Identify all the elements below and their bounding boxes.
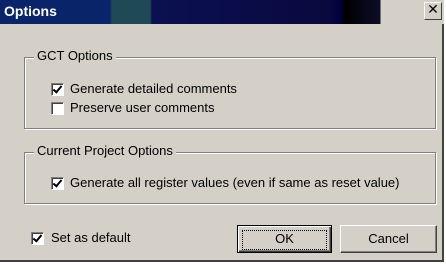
set-as-default-label[interactable]: Set as default (51, 230, 131, 245)
current-project-options-legend: Current Project Options (34, 143, 176, 158)
preserve-user-comments-label[interactable]: Preserve user comments (70, 100, 215, 115)
generate-detailed-comments-label[interactable]: Generate detailed comments (70, 81, 237, 96)
set-as-default-checkbox[interactable] (31, 232, 44, 245)
close-icon[interactable]: ✕ (427, 2, 439, 18)
options-dialog: Options ✕ GCT Options Generate detailed … (0, 0, 444, 262)
close-button[interactable]: ✕ (424, 2, 442, 20)
ok-button-label: OK (275, 231, 294, 246)
preserve-user-comments-checkbox[interactable] (51, 102, 64, 115)
title-bar[interactable]: Options ✕ (0, 0, 444, 24)
generate-detailed-comments-checkbox[interactable] (51, 83, 64, 96)
cancel-button-label: Cancel (368, 231, 409, 246)
generate-all-register-values-checkbox[interactable] (51, 177, 64, 190)
gct-options-legend: GCT Options (34, 48, 116, 63)
window-title: Options (4, 3, 57, 19)
cancel-button[interactable]: Cancel (340, 225, 437, 253)
generate-all-register-values-label[interactable]: Generate all register values (even if sa… (70, 175, 400, 190)
ok-button[interactable]: OK (237, 225, 332, 253)
